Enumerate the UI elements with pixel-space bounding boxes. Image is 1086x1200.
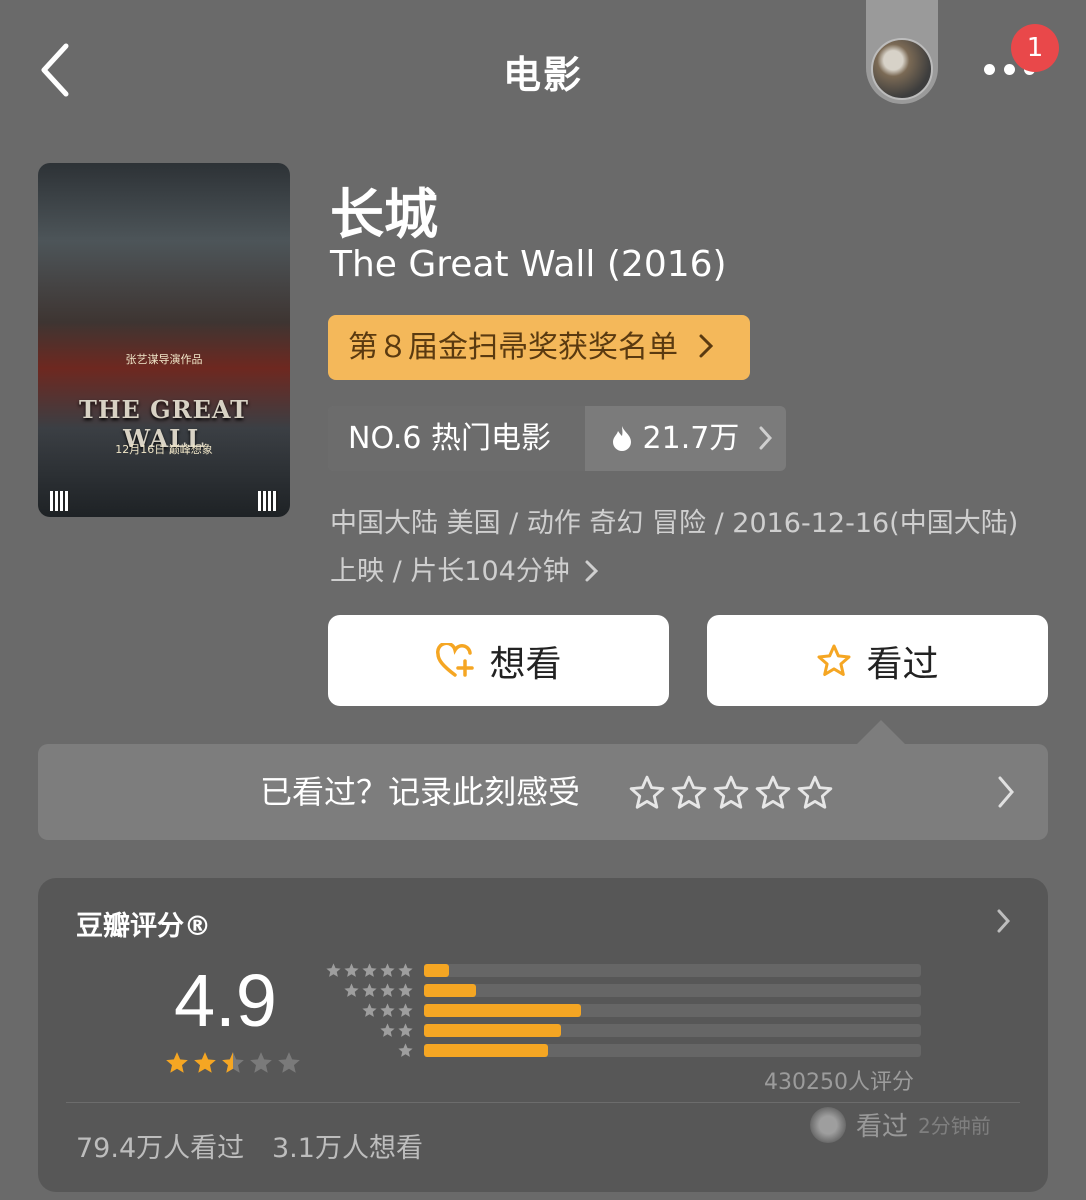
watched-button[interactable]: 看过 xyxy=(707,615,1048,706)
bar-fill-1 xyxy=(424,1044,549,1057)
heat-value: 21.7万 xyxy=(642,421,740,456)
star-outline-icon[interactable] xyxy=(670,774,708,812)
qr-code-icon xyxy=(258,491,278,511)
chevron-right-icon xyxy=(997,909,1011,933)
bar-fill-3 xyxy=(424,1004,581,1017)
recent-action: 看过 xyxy=(856,1112,909,1142)
heat-indicator[interactable]: 21.7万 xyxy=(585,406,786,471)
score-title: 豆瓣评分® xyxy=(76,911,211,942)
star-outline-icon xyxy=(817,644,851,676)
rate-prompt-text: 已看过？记录此刻感受 xyxy=(260,773,581,811)
star-empty-icon xyxy=(250,1052,272,1073)
star-level-4 xyxy=(322,982,414,1002)
chevron-right-icon xyxy=(585,560,599,582)
star-filled-icon xyxy=(166,1052,188,1073)
star-small-icon xyxy=(380,983,395,997)
star-outline-icon[interactable] xyxy=(628,774,666,812)
star-small-icon xyxy=(380,963,395,977)
star-small-icon xyxy=(398,983,413,997)
star-level-2 xyxy=(322,1022,414,1042)
rating-count: 430250人评分 xyxy=(764,1070,914,1095)
bar-track-2 xyxy=(424,1024,921,1037)
star-outline-icon[interactable] xyxy=(712,774,750,812)
star-level-1 xyxy=(322,1042,414,1062)
chevron-right-icon xyxy=(759,426,772,450)
bar-track-1 xyxy=(424,1044,921,1057)
movie-title-cn: 长城 xyxy=(330,183,438,246)
seen-label: 看过 xyxy=(866,643,939,685)
info-line-1: 中国大陆 美国 / 动作 奇幻 冒险 / 2016-12-16(中国大陆) xyxy=(330,508,1019,539)
rank-label: NO.6 热门电影 xyxy=(328,406,585,471)
movie-info[interactable]: 中国大陆 美国 / 动作 奇幻 冒险 / 2016-12-16(中国大陆) 上映… xyxy=(330,500,1050,596)
star-small-icon xyxy=(398,1043,413,1057)
info-line-2: 上映 / 片长104分钟 xyxy=(330,556,570,587)
want-label: 想看 xyxy=(489,643,562,685)
star-outline-icon[interactable] xyxy=(796,774,834,812)
divider xyxy=(66,1102,1020,1103)
wish-count[interactable]: 3.1万人想看 xyxy=(272,1126,423,1165)
star-half-icon xyxy=(222,1052,244,1073)
award-label: 第８届金扫帚奖获奖名单 xyxy=(348,330,678,365)
chevron-right-icon xyxy=(699,334,713,358)
star-level-5 xyxy=(322,962,414,982)
qr-code-icon xyxy=(50,491,70,511)
notification-badge: 1 xyxy=(1011,24,1059,72)
recent-activity: 看过 2分钟前 xyxy=(810,1106,991,1143)
heart-plus-icon xyxy=(436,642,475,677)
bar-fill-5 xyxy=(424,964,449,977)
bar-fill-4 xyxy=(424,984,477,997)
star-small-icon xyxy=(398,963,413,977)
more-dots-icon xyxy=(984,64,995,75)
watched-count[interactable]: 79.4万人看过 xyxy=(76,1126,244,1165)
want-to-watch-button[interactable]: 想看 xyxy=(328,615,669,706)
recent-time: 2分钟前 xyxy=(918,1114,991,1138)
rating-distribution xyxy=(424,964,921,1064)
bar-fill-2 xyxy=(424,1024,561,1037)
movie-title-en: The Great Wall (2016) xyxy=(330,244,727,285)
poster-release-line: 12月16日 巅峰想象 xyxy=(115,443,213,456)
star-level-labels xyxy=(322,962,414,1062)
avatar xyxy=(810,1106,846,1143)
star-small-icon xyxy=(362,983,377,997)
rank-badge[interactable]: NO.6 热门电影 21.7万 xyxy=(328,406,786,471)
rate-stars[interactable] xyxy=(628,774,834,812)
star-small-icon xyxy=(398,1003,413,1017)
star-filled-icon xyxy=(194,1052,216,1073)
poster-credit: 张艺谋导演作品 xyxy=(125,353,203,366)
star-small-icon xyxy=(380,1023,395,1037)
star-small-icon xyxy=(398,1023,413,1037)
star-small-icon xyxy=(362,963,377,977)
star-empty-icon xyxy=(278,1052,300,1073)
movie-poster[interactable]: 张艺谋导演作品 THE GREAT WALL 12月16日 巅峰想象 xyxy=(38,163,290,517)
score-stars xyxy=(164,1050,302,1076)
star-small-icon xyxy=(344,963,359,977)
star-outline-icon[interactable] xyxy=(754,774,792,812)
star-small-icon xyxy=(326,963,341,977)
award-list-button[interactable]: 第８届金扫帚奖获奖名单 xyxy=(328,315,750,380)
rate-prompt[interactable]: 已看过？记录此刻感受 xyxy=(38,744,1048,840)
score-value: 4.9 xyxy=(174,959,277,1042)
flame-icon xyxy=(613,426,631,451)
avatar[interactable] xyxy=(871,38,933,100)
bar-track-3 xyxy=(424,1004,921,1017)
chevron-right-icon xyxy=(998,776,1014,808)
bar-track-5 xyxy=(424,964,921,977)
bar-track-4 xyxy=(424,984,921,997)
star-small-icon xyxy=(362,1003,377,1017)
star-small-icon xyxy=(344,983,359,997)
star-small-icon xyxy=(380,1003,395,1017)
star-level-3 xyxy=(322,1002,414,1022)
douban-score-card[interactable]: 豆瓣评分® 4.9 430250人评分 79.4万人看过 3.1万人想看 看过 … xyxy=(38,878,1048,1192)
user-avatar-tab[interactable] xyxy=(866,0,938,104)
